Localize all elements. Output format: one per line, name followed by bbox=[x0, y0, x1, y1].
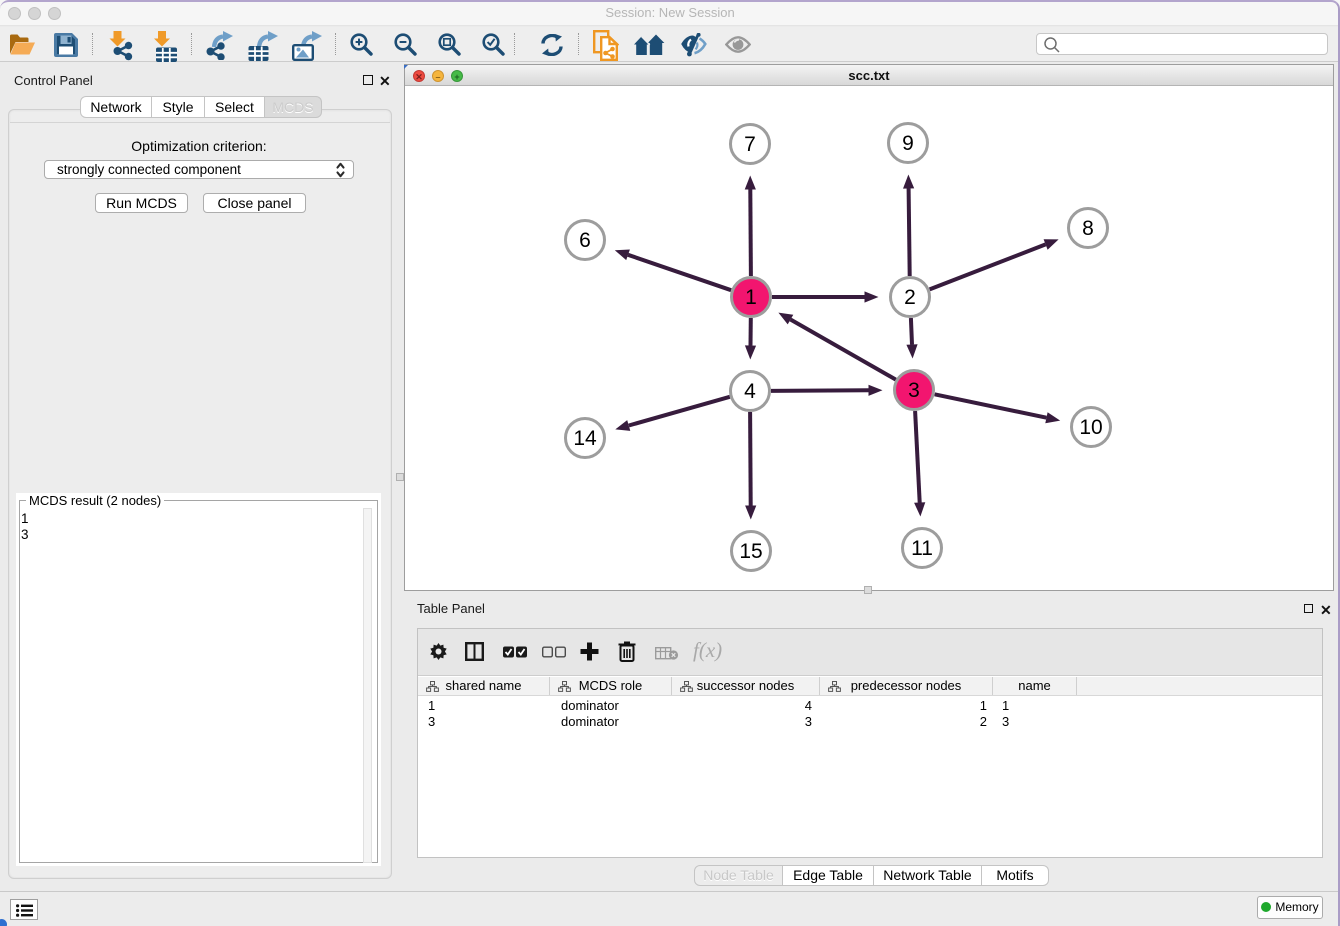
svg-text:4: 4 bbox=[744, 380, 756, 403]
svg-text:9: 9 bbox=[902, 132, 914, 155]
svg-text:14: 14 bbox=[573, 427, 597, 450]
svg-text:3: 3 bbox=[908, 379, 920, 402]
svg-text:2: 2 bbox=[904, 286, 916, 309]
svg-text:1: 1 bbox=[745, 286, 757, 309]
svg-text:8: 8 bbox=[1082, 217, 1094, 240]
svg-text:10: 10 bbox=[1079, 416, 1102, 439]
svg-text:11: 11 bbox=[911, 537, 933, 560]
svg-text:7: 7 bbox=[744, 133, 756, 156]
svg-text:6: 6 bbox=[579, 229, 591, 252]
svg-text:15: 15 bbox=[739, 540, 762, 563]
